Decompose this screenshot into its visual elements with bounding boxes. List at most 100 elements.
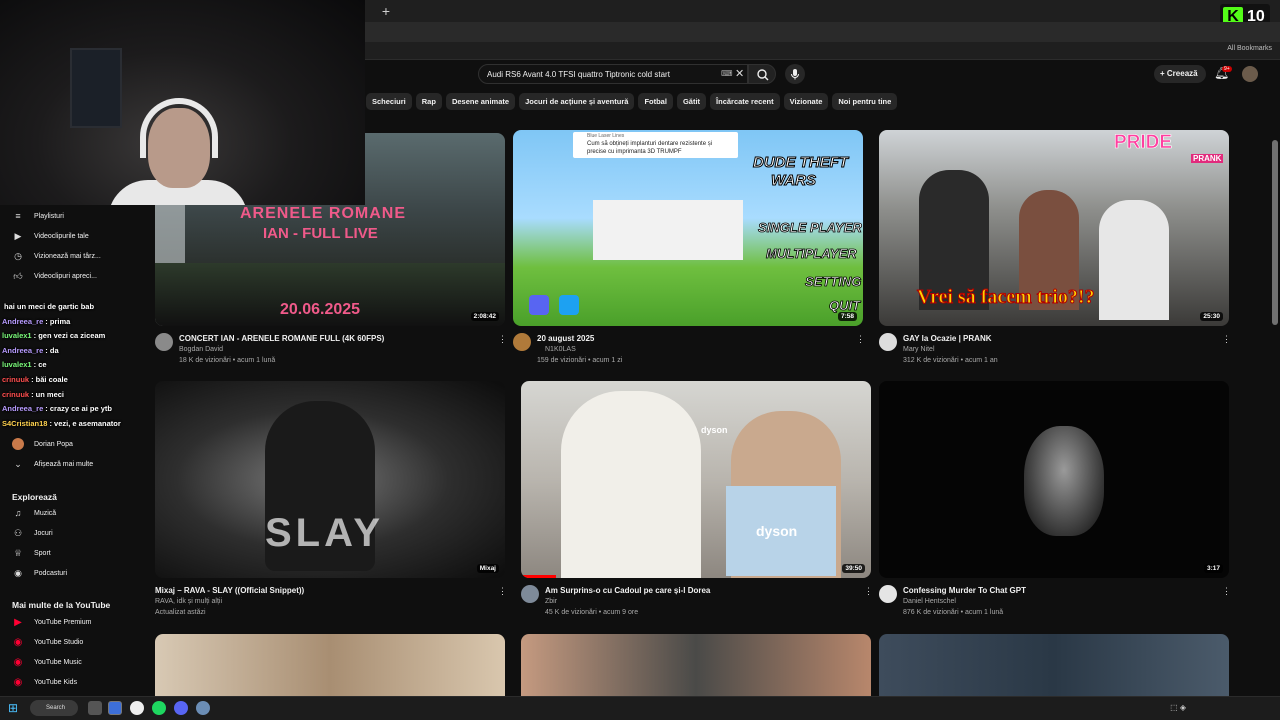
bag-logo: dyson [756, 523, 798, 539]
video-stats: Actualizat astăzi [155, 609, 206, 616]
video-thumbnail-row3-3[interactable] [879, 634, 1229, 696]
channel-name[interactable]: N1K0LAS [545, 346, 576, 353]
video-title[interactable]: GAY la Ocazie | PRANK [903, 334, 992, 343]
more-options-icon[interactable]: ⋮ [498, 586, 507, 597]
new-tab-button[interactable]: + [378, 3, 394, 19]
channel-name[interactable]: RAVA, idk și mulți alții [155, 598, 222, 605]
search-input[interactable]: Audi RS6 Avant 4.0 TFSI quattro Tiptroni… [478, 64, 748, 84]
gaming-icon: ⚇ [13, 527, 23, 538]
account-avatar[interactable] [1242, 66, 1258, 82]
video-thumbnail[interactable]: Blue Laser Lines Cum să obțineți implant… [513, 130, 863, 326]
windows-start-icon[interactable]: ⊞ [8, 701, 22, 715]
video-title[interactable]: CONCERT IAN - ARENELE ROMANE FULL (4K 60… [179, 334, 384, 343]
chat-username[interactable]: luvalex1 [2, 331, 32, 340]
sidebar-item-music[interactable]: ♫ Muzică [0, 503, 150, 523]
sidebar-item-youtube-music[interactable]: ◉ YouTube Music [0, 652, 150, 672]
chat-username[interactable]: Andreea_re [2, 317, 43, 326]
video-thumbnail[interactable]: dyson dyson 39:50 [521, 381, 871, 578]
sidebar-item-watch-later[interactable]: ◷ Vizionează mai târz... [0, 246, 150, 266]
voice-search-button[interactable] [785, 64, 805, 84]
menu-option-single: SINGLE PLAYER [758, 220, 863, 236]
chip-3[interactable]: Jocuri de acțiune și aventură [519, 93, 635, 110]
ad-line-1: Cum să obțineți implanturi dentare rezis… [587, 141, 713, 147]
channel-avatar[interactable] [879, 333, 897, 351]
sidebar-item-label: Videoclipuri apreci... [34, 272, 97, 280]
game-title-1: DUDE THEFT [753, 154, 849, 172]
chat-username[interactable]: crinuuk [2, 390, 29, 399]
sidebar-item-podcasts[interactable]: ◉ Podcasturi [0, 563, 150, 583]
more-options-icon[interactable]: ⋮ [1222, 334, 1231, 345]
music-icon: ♫ [14, 508, 22, 518]
chip-2[interactable]: Desene animate [445, 93, 516, 110]
video-title[interactable]: 20 august 2025 [537, 334, 594, 343]
taskbar-search-box[interactable]: Search [30, 700, 78, 716]
create-button[interactable]: + Creează [1154, 65, 1206, 83]
chat-username[interactable]: Andreea_re [2, 404, 43, 413]
sidebar-subscription-dorian-popa[interactable]: Dorian Popa [0, 434, 150, 454]
settings-gear-icon[interactable] [196, 701, 210, 715]
sidebar-show-more[interactable]: ⌄ Afișează mai multe [0, 454, 150, 474]
channel-avatar[interactable] [521, 585, 539, 603]
keyboard-icon[interactable]: ⌨ [721, 69, 733, 78]
video-thumbnail[interactable]: SLAY Mixaj [155, 381, 505, 578]
chat-message: crinuuk: un meci [2, 390, 152, 405]
sidebar-item-label: Afișează mai multe [34, 460, 94, 468]
channel-name[interactable]: Daniel Hentschel [903, 598, 956, 605]
chat-username[interactable]: crinuuk [2, 375, 29, 384]
video-title[interactable]: Mixaj – RAVA - SLAY ((Official Snippet)) [155, 586, 304, 595]
chip-0[interactable]: Scheciuri [366, 93, 412, 110]
chip-1[interactable]: Rap [415, 93, 442, 110]
sidebar-item-gaming[interactable]: ⚇ Jocuri [0, 523, 150, 543]
spotify-icon[interactable] [152, 701, 166, 715]
sidebar-item-sport[interactable]: ♕ Sport [0, 543, 150, 563]
chip-6[interactable]: Încărcate recent [710, 93, 780, 110]
more-options-icon[interactable]: ⋮ [498, 334, 507, 345]
video-title[interactable]: Am Surprins-o cu Cadoul pe care și-l Dor… [545, 586, 710, 595]
discord-taskbar-icon[interactable] [174, 701, 188, 715]
all-bookmarks-button[interactable]: All Bookmarks [1227, 45, 1272, 52]
chrome-icon[interactable] [108, 701, 122, 715]
channel-name[interactable]: Mary Nitel [903, 346, 935, 353]
video-title[interactable]: Confessing Murder To Chat GPT [903, 586, 1026, 595]
ad-banner[interactable]: Blue Laser Lines Cum să obțineți implant… [573, 132, 738, 158]
more-options-icon[interactable]: ⋮ [856, 334, 865, 345]
more-options-icon[interactable]: ⋮ [864, 586, 873, 597]
channel-avatar[interactable] [879, 585, 897, 603]
pride-text: PRIDE [1114, 132, 1173, 154]
clear-search-icon[interactable]: ✕ [735, 67, 744, 80]
task-view-icon[interactable] [88, 701, 102, 715]
chat-username[interactable]: S4Cristian18 [2, 419, 47, 428]
overlay-slay: SLAY [265, 511, 385, 555]
sidebar-item-liked[interactable]: 👍︎ Videoclipuri apreci... [0, 266, 150, 286]
chip-4[interactable]: Fotbal [638, 93, 673, 110]
github-icon[interactable] [130, 701, 144, 715]
channel-avatar[interactable] [155, 333, 173, 351]
channel-name[interactable]: Bogdan David [179, 346, 223, 353]
chip-7[interactable]: Vizionate [783, 93, 829, 110]
video-thumbnail[interactable]: 3:17 [879, 381, 1229, 578]
chat-message: luvalex1: ce [2, 360, 152, 375]
video-thumbnail-row3-2[interactable] [521, 634, 871, 696]
chat-message: Andreea_re: crazy ce ai pe ytb [2, 404, 152, 419]
sidebar-item-playlists[interactable]: ≡ Playlisturi [0, 206, 150, 226]
channel-avatar[interactable] [513, 333, 531, 351]
video-thumbnail-row3-1[interactable] [155, 634, 505, 696]
system-tray-icons[interactable]: ⬚ ◈ [1170, 703, 1186, 712]
search-button[interactable] [748, 64, 776, 84]
sidebar-item-youtube-premium[interactable]: ▶ YouTube Premium [0, 612, 150, 632]
page-scrollbar[interactable] [1272, 140, 1278, 325]
twitter-icon [559, 295, 579, 315]
podcast-icon: ◉ [14, 567, 22, 578]
sidebar-item-youtube-studio[interactable]: ◉ YouTube Studio [0, 632, 150, 652]
chip-8[interactable]: Noi pentru tine [832, 93, 898, 110]
overlay-title-2: IAN - FULL LIVE [263, 225, 378, 242]
chat-username[interactable]: Andreea_re [2, 346, 43, 355]
chip-5[interactable]: Gătit [676, 93, 707, 110]
channel-name[interactable]: Zbir [545, 598, 557, 605]
man-figure [561, 391, 701, 578]
video-thumbnail[interactable]: PRIDE PRANK Vrei să facem trio?!? 25:30 [879, 130, 1229, 326]
chat-username[interactable]: luvalex1 [2, 360, 32, 369]
sidebar-item-youtube-kids[interactable]: ◉ YouTube Kids [0, 672, 150, 692]
more-options-icon[interactable]: ⋮ [1222, 586, 1231, 597]
sidebar-item-your-videos[interactable]: ▶ Videoclipurile tale [0, 226, 150, 246]
